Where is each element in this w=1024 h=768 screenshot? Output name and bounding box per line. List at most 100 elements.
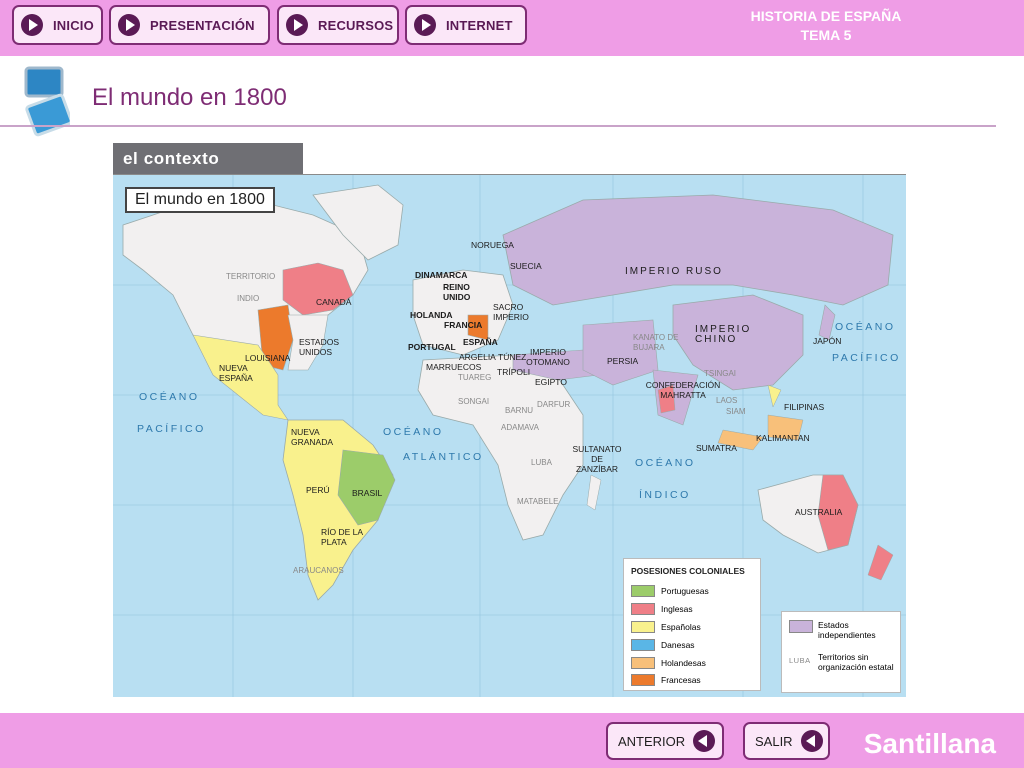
legend-label: Holandesas xyxy=(661,657,706,668)
inicio-button[interactable]: INICIO xyxy=(12,5,103,45)
top-navigation-bar: INICIO PRESENTACIÓN RECURSOS INTERNET HI… xyxy=(0,0,1024,56)
label-oceano-indico2: ÍNDICO xyxy=(639,489,691,501)
label-rio-de-la-plata: RÍO DE LA PLATA xyxy=(321,527,363,547)
play-icon xyxy=(118,14,140,36)
legend-label: Francesas xyxy=(661,674,701,685)
label-imperio-ruso: IMPERIO RUSO xyxy=(625,266,723,277)
label-imperio-otomano: IMPERIO OTOMANO xyxy=(526,347,570,367)
label-oceano-pacifico-e1: OCÉANO xyxy=(835,321,896,333)
nueva-zelanda xyxy=(867,544,894,581)
label-oceano-pacifico-e2: PACÍFICO xyxy=(832,352,901,364)
course-heading: HISTORIA DE ESPAÑA TEMA 5 xyxy=(726,7,926,45)
label-louisiana: LOUISIANA xyxy=(245,353,291,363)
salir-button[interactable]: SALIR xyxy=(743,722,830,760)
play-icon xyxy=(21,14,43,36)
legend-item: Españolas xyxy=(631,620,701,633)
label-matabele: MATABELE xyxy=(517,497,559,506)
legend-swatch xyxy=(631,673,655,686)
map-title: El mundo en 1800 xyxy=(125,187,275,213)
legend-label: Españolas xyxy=(661,621,701,632)
label-portugal: PORTUGAL xyxy=(408,342,456,352)
label-araucanos: ARAUCANOS xyxy=(293,566,344,575)
label-estados-unidos: ESTADOS UNIDOS xyxy=(299,337,339,357)
label-siam: SIAM xyxy=(726,407,746,416)
legend-item: Francesas xyxy=(631,673,701,686)
japon-region xyxy=(818,304,836,341)
label-suecia: SUECIA xyxy=(510,261,542,271)
label-sumatra: SUMATRA xyxy=(696,443,737,453)
presentacion-label: PRESENTACIÓN xyxy=(150,17,255,33)
label-kanato: KANATO DE BUJARA xyxy=(633,333,679,352)
legend-swatch xyxy=(631,638,655,651)
label-tripoli: TRÍPOLI xyxy=(497,367,531,377)
label-darfur: DARFUR xyxy=(537,400,571,409)
label-peru: PERÚ xyxy=(306,485,330,495)
label-songai: SONGAI xyxy=(458,397,490,406)
label-sacro-imperio: SACRO IMPERIO xyxy=(493,302,529,322)
label-espana: ESPAÑA xyxy=(463,337,498,347)
internet-label: INTERNET xyxy=(446,17,513,33)
label-egipto: EGIPTO xyxy=(535,377,567,387)
course-topic: TEMA 5 xyxy=(800,27,852,43)
legend-independientes: Estados independientes xyxy=(818,620,876,640)
label-territorio: TERRITORIO xyxy=(226,272,276,281)
legend-sin-organizacion: Territorios sin organización estatal xyxy=(818,652,894,672)
course-subject: HISTORIA DE ESPAÑA xyxy=(750,8,902,24)
label-imperio-chino: IMPERIO CHINO xyxy=(695,324,752,345)
label-nueva-espana: NUEVA ESPAÑA xyxy=(219,363,253,383)
label-laos: LAOS xyxy=(716,396,738,405)
label-noruega: NORUEGA xyxy=(471,240,514,250)
presentacion-button[interactable]: PRESENTACIÓN xyxy=(109,5,270,45)
state-legend: Estados independientes LUBA Territorios … xyxy=(781,611,901,693)
label-tsingai: TSINGAI xyxy=(704,369,737,378)
label-brasil: BRASIL xyxy=(352,488,383,498)
label-oceano-indico1: OCÉANO xyxy=(635,457,696,469)
legend-swatch xyxy=(631,602,655,615)
context-tab: el contexto xyxy=(113,143,303,174)
label-holanda: HOLANDA xyxy=(410,310,453,320)
page-title: El mundo en 1800 xyxy=(92,84,287,111)
bottom-bar: ANTERIOR SALIR Santillana xyxy=(0,713,1024,768)
legend-swatch xyxy=(789,620,813,633)
anterior-button[interactable]: ANTERIOR xyxy=(606,722,724,760)
label-kalimantan: KALIMANTAN xyxy=(756,433,810,443)
label-oceano-pacifico-w2: PACÍFICO xyxy=(137,423,206,435)
legend-label: Portuguesas xyxy=(661,585,709,596)
legend-item: Holandesas xyxy=(631,656,706,669)
recursos-button[interactable]: RECURSOS xyxy=(277,5,399,45)
legend-title: POSESIONES COLONIALES xyxy=(631,566,745,576)
label-australia: AUSTRALIA xyxy=(795,507,843,517)
label-francia: FRANCIA xyxy=(444,320,483,330)
label-nueva-granada: NUEVA GRANADA xyxy=(291,427,334,447)
label-dinamarca: DINAMARCA xyxy=(415,270,468,280)
world-map: El mundo en 1800 TERRITORIO INDIO CANADÁ… xyxy=(113,174,906,697)
label-japon: JAPÓN xyxy=(813,336,842,346)
play-icon xyxy=(286,14,308,36)
label-confederacion: CONFEDERACIÓN MAHRATTA xyxy=(645,380,721,400)
inicio-label: INICIO xyxy=(53,17,94,33)
label-reino-unido: REINO UNIDO xyxy=(443,282,471,302)
santillana-logo: Santillana xyxy=(863,728,996,759)
label-tunez: TÚNEZ xyxy=(498,352,527,362)
legend-item: Portuguesas xyxy=(631,584,709,597)
title-divider xyxy=(0,125,996,127)
label-sultanato: SULTANATO DE ZANZÍBAR xyxy=(572,444,622,474)
colonial-legend: POSESIONES COLONIALES Portuguesas Ingles… xyxy=(623,558,761,691)
back-arrow-icon xyxy=(800,730,823,752)
label-luba: LUBA xyxy=(531,458,552,467)
imperio-ruso-region xyxy=(502,194,894,306)
legend-item: Inglesas xyxy=(631,602,693,615)
label-oceano-atlantico2: ATLÁNTICO xyxy=(403,451,484,463)
label-marruecos: MARRUECOS xyxy=(426,362,482,372)
salir-label: SALIR xyxy=(755,733,793,749)
label-argelia: ARGELIA xyxy=(459,352,496,362)
label-persia: PERSIA xyxy=(607,356,639,366)
legend-swatch xyxy=(631,656,655,669)
label-indio: INDIO xyxy=(237,294,260,303)
label-oceano-atlantico1: OCÉANO xyxy=(383,426,444,438)
legend-swatch xyxy=(631,584,655,597)
filipinas-region xyxy=(767,384,782,408)
recursos-label: RECURSOS xyxy=(318,17,394,33)
internet-button[interactable]: INTERNET xyxy=(405,5,527,45)
play-icon xyxy=(414,14,436,36)
